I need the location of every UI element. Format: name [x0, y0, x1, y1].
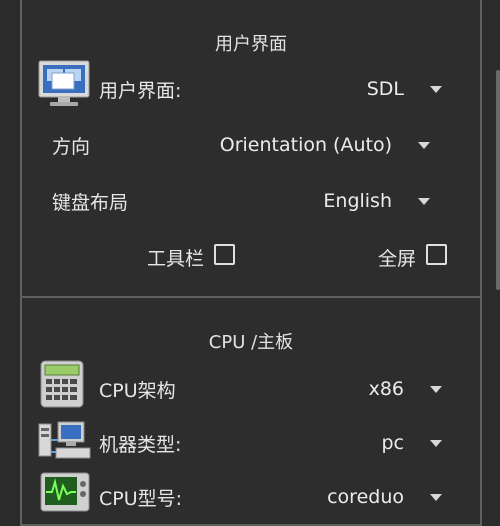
ui-settings-panel: 用户界面 用户界面: SDL 方向 Orientation (Auto) 键盘布…	[20, 0, 482, 298]
chevron-down-icon	[430, 493, 442, 501]
machine-type-select[interactable]: pc	[381, 426, 442, 460]
network-computers-icon	[38, 420, 92, 464]
user-interface-label: 用户界面:	[99, 80, 182, 102]
calculator-icon	[40, 360, 84, 412]
user-interface-select[interactable]: SDL	[367, 72, 442, 106]
chevron-down-icon	[430, 439, 442, 447]
chevron-down-icon	[430, 385, 442, 393]
cpu-model-value: coreduo	[327, 486, 404, 508]
keyboard-layout-label: 键盘布局	[52, 192, 129, 214]
cpu-model-select[interactable]: coreduo	[327, 480, 442, 514]
cpu-section-title: CPU /主板	[208, 332, 294, 353]
cpu-settings-panel: CPU /主板 CPU架构 x86 机器类型: pc CPU型号: coredu…	[20, 296, 482, 526]
cpu-arch-select[interactable]: x86	[369, 372, 442, 406]
toolbar-label: 工具栏	[147, 248, 205, 270]
orientation-label: 方向	[52, 136, 91, 158]
scrollbar[interactable]	[496, 70, 500, 290]
cpu-model-label: CPU型号:	[99, 488, 183, 510]
orientation-select[interactable]: Orientation (Auto)	[220, 128, 430, 162]
cpu-arch-label: CPU架构	[99, 380, 176, 402]
chevron-down-icon	[418, 197, 430, 205]
fullscreen-label: 全屏	[378, 248, 417, 270]
user-interface-value: SDL	[366, 78, 404, 100]
machine-type-value: pc	[381, 432, 404, 454]
chevron-down-icon	[430, 85, 442, 93]
keyboard-layout-value: English	[323, 190, 392, 212]
monitor-icon	[38, 60, 90, 112]
fullscreen-checkbox[interactable]	[426, 244, 447, 265]
chevron-down-icon	[418, 141, 430, 149]
ui-section-title: 用户界面	[215, 34, 287, 55]
machine-type-label: 机器类型:	[99, 434, 182, 456]
keyboard-layout-select[interactable]: English	[323, 184, 430, 218]
toolbar-checkbox[interactable]	[214, 244, 235, 265]
orientation-value: Orientation (Auto)	[219, 134, 392, 156]
cpu-arch-value: x86	[368, 378, 404, 400]
oscilloscope-icon	[40, 472, 90, 516]
